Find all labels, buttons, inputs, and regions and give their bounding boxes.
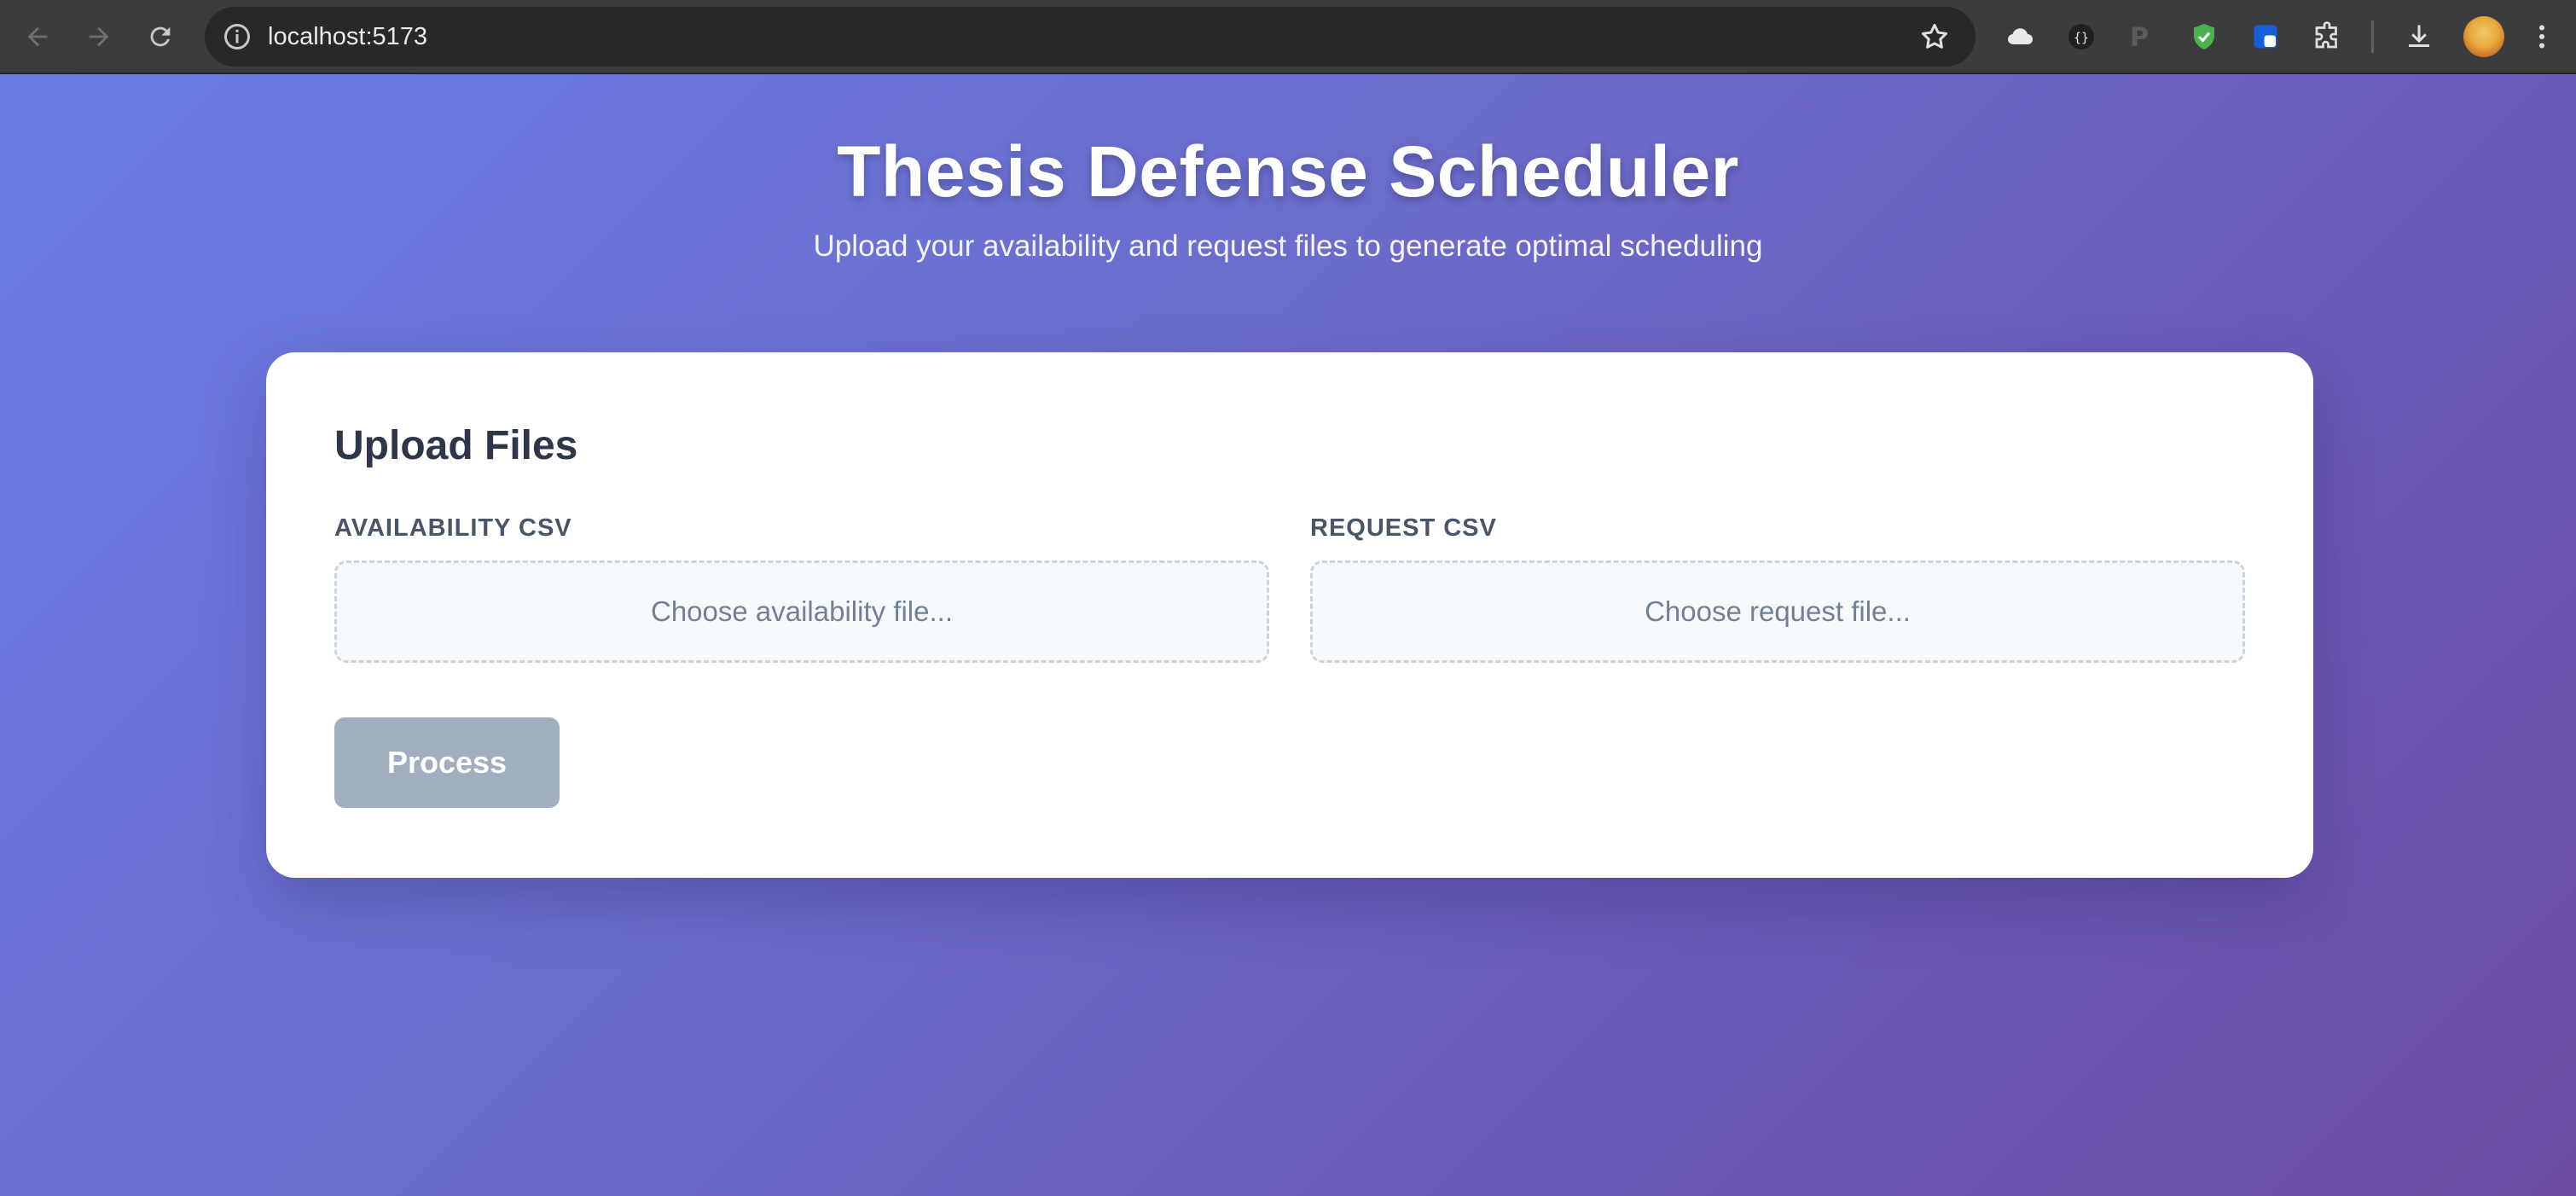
svg-text:{}: {}: [2074, 30, 2089, 45]
svg-text:P: P: [2130, 23, 2149, 53]
page-subtitle: Upload your availability and request fil…: [813, 229, 1763, 263]
address-bar[interactable]: localhost:5173: [205, 7, 1976, 67]
site-info-icon[interactable]: [222, 21, 252, 52]
bookmark-star-icon[interactable]: [1919, 21, 1950, 52]
request-file-input[interactable]: Choose request file...: [1310, 560, 2245, 663]
p-extension-icon[interactable]: P: [2119, 16, 2160, 57]
json-extension-icon[interactable]: {}: [2061, 16, 2102, 57]
extensions-puzzle-icon[interactable]: [2306, 16, 2347, 57]
reload-icon[interactable]: [140, 16, 181, 57]
menu-kebab-icon[interactable]: [2521, 16, 2562, 57]
profile-avatar[interactable]: [2463, 16, 2504, 57]
availability-label: AVAILABILITY CSV: [334, 514, 572, 542]
toolbar-divider: [2371, 20, 2374, 53]
upload-card: Upload Files AVAILABILITY CSV Choose ava…: [266, 352, 2313, 878]
upload-heading: Upload Files: [334, 423, 578, 468]
back-arrow-icon[interactable]: [17, 16, 58, 57]
shield-extension-icon[interactable]: [2184, 16, 2225, 57]
forward-arrow-icon[interactable]: [78, 16, 119, 57]
url-text[interactable]: localhost:5173: [268, 7, 427, 67]
browser-toolbar: localhost:5173 {} P: [0, 0, 2576, 73]
page-title: Thesis Defense Scheduler: [837, 131, 1739, 212]
process-button[interactable]: Process: [334, 717, 560, 808]
request-label: REQUEST CSV: [1310, 514, 1497, 542]
app-page: Thesis Defense Scheduler Upload your ava…: [0, 74, 2576, 1196]
download-icon[interactable]: [2399, 16, 2440, 57]
availability-file-input[interactable]: Choose availability file...: [334, 560, 1269, 663]
bitwarden-extension-icon[interactable]: [2245, 16, 2286, 57]
cloud-extension-icon[interactable]: [1999, 16, 2040, 57]
